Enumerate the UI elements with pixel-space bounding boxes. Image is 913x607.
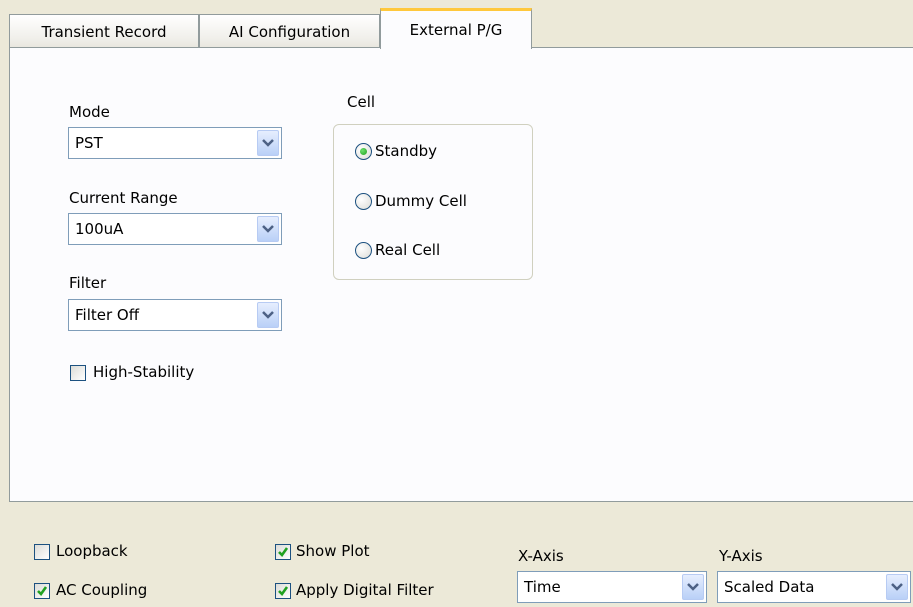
tab-label: External P/G [409,21,503,39]
mode-value: PST [75,134,103,152]
dummy-cell-label: Dummy Cell [375,192,467,210]
check-mark-icon [37,586,48,597]
chevron-down-icon[interactable] [257,302,279,328]
loopback-label: Loopback [56,542,128,560]
tab-label: AI Configuration [228,23,351,41]
ac-coupling-label: AC Coupling [56,581,148,599]
mode-select[interactable]: PST [68,127,282,159]
x-axis-select[interactable]: Time [517,571,707,603]
y-axis-select[interactable]: Scaled Data [717,571,911,603]
tab-transient-record[interactable]: Transient Record [9,14,199,49]
real-cell-radio[interactable] [355,242,372,259]
ac-coupling-checkbox[interactable] [34,583,50,599]
filter-select[interactable]: Filter Off [68,299,282,331]
filter-value: Filter Off [75,306,140,324]
current-range-select[interactable]: 100uA [68,213,282,245]
chevron-down-icon[interactable] [682,574,704,600]
standby-radio[interactable] [355,143,372,160]
apply-digital-filter-label: Apply Digital Filter [296,581,434,599]
standby-label: Standby [375,142,438,160]
current-range-label: Current Range [69,189,178,207]
dummy-cell-radio[interactable] [355,193,372,210]
y-axis-value: Scaled Data [724,578,815,596]
apply-digital-filter-checkbox[interactable] [275,583,291,599]
x-axis-value: Time [524,578,561,596]
filter-label: Filter [69,274,107,292]
radio-selected-dot [360,148,367,155]
chevron-down-icon[interactable] [257,216,279,242]
high-stability-checkbox[interactable] [70,365,86,381]
high-stability-label: High-Stability [93,363,195,381]
real-cell-label: Real Cell [375,241,441,259]
cell-label: Cell [347,93,376,111]
mode-label: Mode [69,103,110,121]
chevron-down-icon[interactable] [886,574,908,600]
loopback-checkbox[interactable] [34,544,50,560]
chevron-down-icon[interactable] [257,130,279,156]
show-plot-label: Show Plot [296,542,370,560]
current-range-value: 100uA [75,220,124,238]
check-mark-icon [278,586,289,597]
tab-external-pg[interactable]: External P/G [380,8,532,49]
check-mark-icon [278,547,289,558]
show-plot-checkbox[interactable] [275,544,291,560]
y-axis-label: Y-Axis [719,547,763,565]
x-axis-label: X-Axis [518,547,564,565]
tab-label: Transient Record [41,23,167,41]
tab-ai-configuration[interactable]: AI Configuration [199,14,380,49]
